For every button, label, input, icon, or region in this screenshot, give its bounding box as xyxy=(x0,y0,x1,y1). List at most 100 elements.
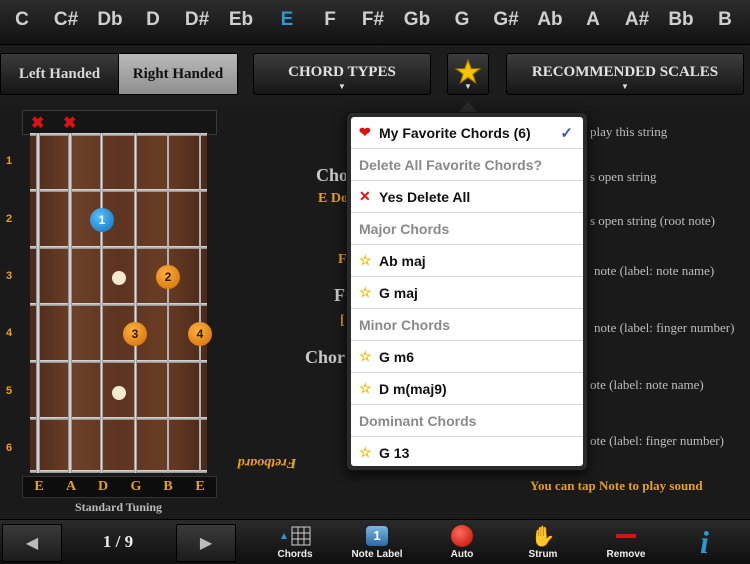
key-d[interactable]: D xyxy=(131,9,175,31)
remove-label: Remove xyxy=(606,549,646,560)
chords-label: Chords xyxy=(277,549,313,560)
list-item-label: G maj xyxy=(379,284,418,301)
recommended-scales-label: RECOMMENDED SCALES xyxy=(531,64,719,80)
fret-number: 4 xyxy=(6,327,13,339)
guitar-string[interactable] xyxy=(100,133,103,473)
key-a-sharp[interactable]: A# xyxy=(615,9,659,31)
chord-info-text: E Do xyxy=(318,191,348,206)
key-bb[interactable]: Bb xyxy=(659,9,703,31)
finger-note-marker[interactable]: 2 xyxy=(156,265,180,289)
string-name: E xyxy=(34,479,44,494)
list-section-header[interactable]: Delete All Favorite Chords? xyxy=(351,149,583,181)
note-label-label: Note Label xyxy=(351,549,403,560)
fret-inlay xyxy=(112,386,126,400)
guitar-string[interactable] xyxy=(68,133,72,473)
key-e[interactable]: E xyxy=(265,9,309,31)
note-label-button[interactable]: 1 Note Label xyxy=(342,523,412,560)
list-item[interactable]: ❤ My Favorite Chords (6) ✓ xyxy=(351,117,583,149)
fret-wire xyxy=(30,246,207,249)
finger-note-marker[interactable]: 4 xyxy=(188,322,212,346)
key-b[interactable]: B xyxy=(703,9,747,31)
list-item-label: D m(maj9) xyxy=(379,380,447,397)
fretboard-brand: i Fretboard xyxy=(216,390,296,470)
chord-types-label: CHORD TYPES xyxy=(288,64,396,80)
legend-text: s open string (root note) xyxy=(590,213,715,228)
string-name: G xyxy=(130,479,142,494)
close-icon: ✕ xyxy=(359,188,371,204)
star-icon: ☆ xyxy=(359,252,372,268)
previous-button[interactable]: ◀ xyxy=(2,524,62,562)
list-item[interactable]: ☆ G m6 xyxy=(351,341,583,373)
string-name: D xyxy=(97,479,109,494)
hand-icon: ✋ xyxy=(530,525,556,548)
tuning-label: Standard Tuning xyxy=(74,500,163,514)
fret-wire xyxy=(30,133,207,136)
strum-button[interactable]: ✋ Strum xyxy=(508,523,578,561)
finger-note-marker[interactable]: 1 xyxy=(90,208,114,232)
chords-button[interactable]: ▲ Chords xyxy=(260,523,330,560)
list-section-header: Major Chords xyxy=(351,213,583,245)
fret-number: 2 xyxy=(6,213,13,225)
string-name: B xyxy=(163,479,173,494)
key-f-sharp[interactable]: F# xyxy=(351,9,395,31)
muted-string-x-icon[interactable]: ✖ xyxy=(63,113,76,133)
fret-number-column: 1 2 3 4 5 6 xyxy=(0,133,30,473)
chord-info-text: Cho xyxy=(316,165,349,185)
star-icon: ☆ xyxy=(359,348,372,364)
key-f[interactable]: F xyxy=(308,9,352,31)
key-eb[interactable]: Eb xyxy=(219,9,263,31)
info-icon: i xyxy=(700,524,709,560)
info-button[interactable]: i xyxy=(700,524,724,560)
guitar-string[interactable] xyxy=(36,133,40,473)
arrow-left-icon: ◀ xyxy=(25,535,39,552)
next-button[interactable]: ▶ xyxy=(176,524,236,562)
recommended-scales-dropdown[interactable]: RECOMMENDED SCALES ▼ xyxy=(506,53,744,95)
key-g-sharp[interactable]: G# xyxy=(484,9,528,31)
fret-wire xyxy=(30,417,207,420)
guitar-string[interactable] xyxy=(167,133,169,473)
list-item[interactable]: ☆ Ab maj xyxy=(351,245,583,277)
finger-note-marker[interactable]: 3 xyxy=(123,322,147,346)
key-db[interactable]: Db xyxy=(88,9,132,31)
tap-hint-text: You can tap Note to play sound xyxy=(530,478,703,493)
favorites-star-button[interactable]: ▼ xyxy=(447,53,489,95)
list-item[interactable]: ☆ D m(maj9) xyxy=(351,373,583,405)
checkmark-icon: ✓ xyxy=(560,124,573,142)
chord-types-dropdown[interactable]: CHORD TYPES ▼ xyxy=(253,53,431,95)
chevron-down-icon: ▼ xyxy=(621,82,629,91)
remove-button[interactable]: Remove xyxy=(591,523,661,560)
list-item-label: G 13 xyxy=(379,444,410,461)
key-g[interactable]: G xyxy=(440,9,484,31)
guitar-string[interactable] xyxy=(199,133,201,473)
fret-number: 1 xyxy=(6,155,13,167)
fret-wire xyxy=(30,360,207,363)
strum-label: Strum xyxy=(528,549,558,560)
key-ab[interactable]: Ab xyxy=(528,9,572,31)
star-icon: ☆ xyxy=(359,284,372,300)
key-d-sharp[interactable]: D# xyxy=(175,9,219,31)
fret-number: 5 xyxy=(6,385,13,397)
key-c[interactable]: C xyxy=(0,9,44,31)
list-item-label: Delete All Favorite Chords? xyxy=(359,156,543,173)
key-a[interactable]: A xyxy=(571,9,615,31)
star-icon: ☆ xyxy=(359,380,372,396)
list-item[interactable]: ☆ G maj xyxy=(351,277,583,309)
muted-string-x-icon[interactable]: ✖ xyxy=(31,113,44,133)
fret-wire xyxy=(30,303,207,306)
list-item[interactable]: ☆ G 13 xyxy=(351,437,583,466)
left-handed-button[interactable]: Left Handed xyxy=(0,53,119,95)
chord-grid-icon: ▲ xyxy=(260,523,330,549)
key-c-sharp[interactable]: C# xyxy=(44,9,88,31)
right-handed-button[interactable]: Right Handed xyxy=(118,53,238,95)
list-item[interactable]: ✕ Yes Delete All xyxy=(351,181,583,213)
legend-text: note (label: note name) xyxy=(594,263,715,278)
fret-number: 6 xyxy=(6,442,13,454)
list-item-label: My Favorite Chords (6) xyxy=(379,124,531,141)
fretboard[interactable]: 1 2 3 4 xyxy=(30,133,212,473)
chord-info-text: F xyxy=(334,285,345,305)
auto-button[interactable]: Auto xyxy=(427,523,497,560)
string-names-bar: E A D G B E xyxy=(22,476,217,498)
list-item-label: G m6 xyxy=(379,348,415,365)
guitar-string[interactable] xyxy=(134,133,137,473)
key-gb[interactable]: Gb xyxy=(395,9,439,31)
